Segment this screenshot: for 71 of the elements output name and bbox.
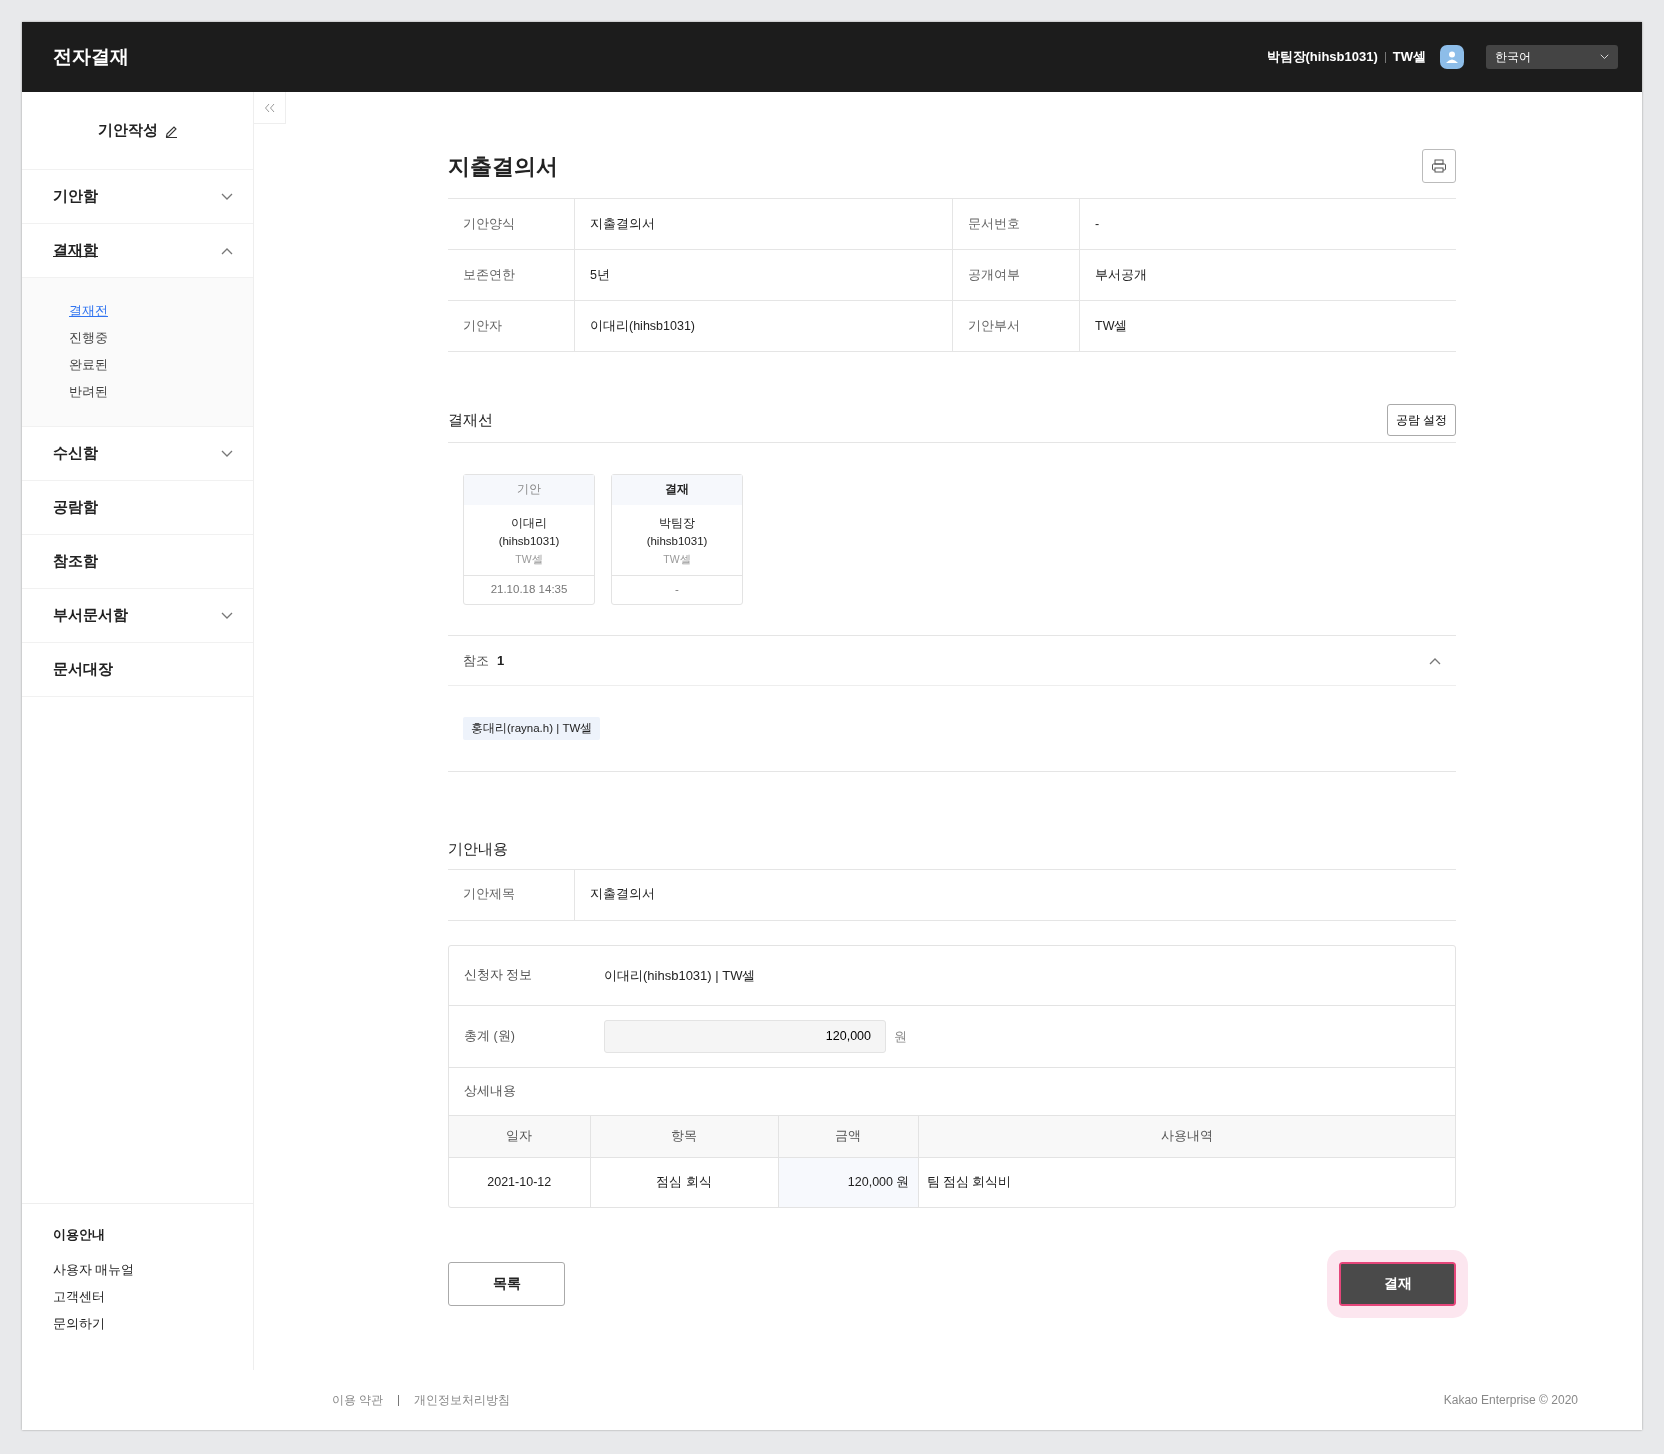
total-field[interactable]: 120,000 (604, 1019, 886, 1053)
approver-department: TW셀 (514, 552, 544, 567)
sidebar-item[interactable]: 참조함 (22, 535, 253, 589)
submenu-item[interactable]: 완료된 (69, 352, 253, 379)
approver-name: 이대리 (510, 516, 548, 531)
language-select[interactable]: 한국어 (1486, 45, 1618, 69)
user-department: TW셀 (1392, 48, 1426, 67)
column-header: 금액 (778, 1115, 918, 1158)
table-cell: 120,000 원 (778, 1157, 918, 1207)
field-value: 지출결의서 (574, 869, 1456, 921)
approver-id: (hihsb1031) (497, 534, 561, 549)
field-label: 총계 (원) (464, 1027, 516, 1045)
avatar[interactable] (1440, 45, 1464, 69)
column-header: 사용내역 (918, 1115, 1455, 1158)
column-header: 일자 (449, 1115, 590, 1158)
approval-date: - (674, 582, 680, 598)
unit-label: 원 (894, 1027, 907, 1046)
section-title: 기안내용 (448, 838, 1456, 870)
field-value: TW셀 (1079, 301, 1456, 352)
field-value: 부서공개 (1079, 250, 1456, 301)
sidebar-item[interactable]: 기안함 (22, 170, 253, 224)
chevron-down-icon (221, 611, 233, 620)
field-value: 지출결의서 (574, 199, 953, 250)
footer-link[interactable]: 이용 약관 (332, 1391, 384, 1409)
printer-icon (1431, 159, 1447, 173)
approver-department: TW셀 (662, 552, 692, 567)
field-value: - (1079, 199, 1456, 250)
submenu-item[interactable]: 진행중 (69, 325, 253, 352)
help-link[interactable]: 사용자 매뉴얼 (53, 1261, 222, 1288)
sidebar-item[interactable]: 문서대장 (22, 643, 253, 697)
column-header: 항목 (590, 1115, 778, 1158)
sidebar-item[interactable]: 수신함 (22, 427, 253, 481)
table-cell: 2021-10-12 (449, 1157, 590, 1207)
help-link[interactable]: 문의하기 (53, 1315, 222, 1342)
chevron-down-icon (221, 192, 233, 201)
field-value: 이대리(hihsb1031) | TW셀 (604, 966, 756, 985)
table-cell: 팀 점심 회식비 (918, 1157, 1455, 1207)
chevron-up-icon (221, 246, 233, 255)
share-settings-button[interactable]: 공람 설정 (1386, 404, 1456, 436)
document-title: 지출결의서 (448, 152, 558, 181)
reference-label: 참조 (463, 651, 489, 670)
footer-link[interactable]: 개인정보처리방침 (414, 1391, 511, 1409)
reference-count: 1 (497, 651, 505, 670)
reference-tag: 홍대리(rayna.h) | TW셀 (463, 717, 601, 741)
double-chevron-left-icon (263, 102, 276, 113)
copyright: Kakao Enterprise © 2020 (1443, 1392, 1578, 1409)
app-title: 전자결재 (53, 44, 129, 69)
section-title: 결재선 (448, 409, 493, 430)
print-button[interactable] (1422, 149, 1456, 183)
help-link[interactable]: 고객센터 (53, 1288, 222, 1315)
table-cell: 점심 회식 (590, 1157, 778, 1207)
sidebar-item[interactable]: 부서문서함 (22, 589, 253, 643)
step-role: 기안 (464, 475, 594, 505)
approval-date: 21.10.18 14:35 (489, 582, 569, 598)
compose-link[interactable]: 기안작성 (22, 92, 253, 170)
caret-icon (1600, 53, 1609, 61)
user-name: 박팀장(hihsb1031) (1266, 48, 1378, 67)
submenu-item[interactable]: 반려된 (69, 379, 253, 406)
chevron-down-icon (221, 449, 233, 458)
help-heading: 이용안내 (53, 1227, 106, 1245)
field-label: 상세내용 (464, 1082, 517, 1100)
field-value: 5년 (574, 250, 953, 301)
list-button[interactable]: 목록 (448, 1261, 565, 1306)
field-value: 이대리(hihsb1031) (574, 301, 953, 352)
approver-name: 박팀장 (658, 516, 696, 531)
chevron-up-icon[interactable] (1429, 656, 1441, 665)
approver-id: (hihsb1031) (645, 534, 709, 549)
submenu-item[interactable]: 결재전 (69, 298, 253, 325)
field-label: 신청자 정보 (464, 966, 534, 984)
sidebar-item[interactable]: 공람함 (22, 481, 253, 535)
step-role: 결재 (612, 475, 742, 505)
